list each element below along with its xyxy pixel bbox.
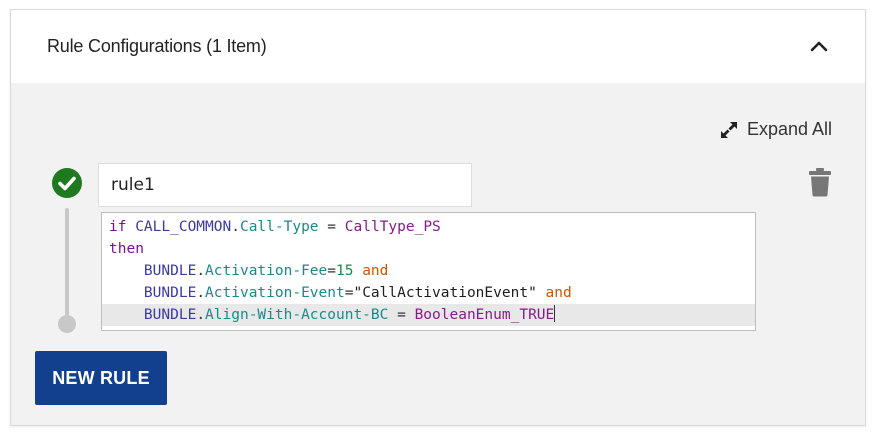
- code-token: Activation-Fee: [205, 263, 328, 279]
- code-token: =: [327, 263, 336, 279]
- rule-code-editor[interactable]: if CALL_COMMON.Call-Type = CallType_PS th…: [101, 212, 756, 331]
- trash-icon[interactable]: [808, 167, 832, 197]
- code-token: and: [545, 285, 572, 301]
- check-circle-icon: [52, 168, 82, 198]
- chevron-up-icon[interactable]: [807, 34, 831, 58]
- expand-all-button[interactable]: Expand All: [719, 119, 832, 140]
- code-token: BUNDLE: [143, 263, 197, 279]
- code-token: .: [196, 307, 206, 323]
- code-token: BUNDLE: [143, 285, 197, 301]
- code-line[interactable]: BUNDLE.Activation-Fee=15 and: [102, 260, 755, 282]
- code-token: BUNDLE: [143, 307, 197, 323]
- code-token: if: [109, 219, 127, 235]
- expand-arrows-icon: [719, 120, 739, 140]
- rule-configurations-panel: Rule Configurations (1 Item) Expand All: [10, 9, 866, 426]
- code-token: 15: [336, 263, 354, 279]
- code-line[interactable]: BUNDLE.Activation-Event="CallActivationE…: [102, 282, 755, 304]
- new-rule-button[interactable]: NEW RULE: [35, 351, 167, 405]
- timeline-connector: [65, 208, 69, 318]
- timeline-end-dot: [58, 315, 76, 333]
- code-token: .: [231, 219, 240, 235]
- rule-name-input[interactable]: [98, 163, 472, 207]
- code-token: "CallActivationEvent": [353, 285, 537, 301]
- panel-header[interactable]: Rule Configurations (1 Item): [11, 10, 865, 83]
- code-line[interactable]: BUNDLE.Align-With-Account-BC = BooleanEn…: [102, 304, 755, 326]
- code-token: BooleanEnum_TRUE: [414, 307, 555, 323]
- code-token: .: [196, 263, 206, 279]
- panel-title: Rule Configurations (1 Item): [47, 36, 267, 56]
- code-token: .: [196, 285, 206, 301]
- code-token: =: [318, 219, 345, 235]
- code-token: Call-Type: [239, 219, 319, 235]
- code-token: then: [109, 241, 144, 257]
- code-line[interactable]: if CALL_COMMON.Call-Type = CallType_PS: [102, 216, 755, 238]
- code-token: CallType_PS: [344, 219, 441, 235]
- text-cursor: [554, 305, 556, 322]
- expand-all-label: Expand All: [746, 119, 832, 139]
- code-line[interactable]: then: [102, 238, 755, 260]
- code-token: CALL_COMMON: [135, 219, 232, 235]
- code-token: =: [388, 307, 415, 323]
- code-token: Align-With-Account-BC: [205, 307, 389, 323]
- code-token: and: [362, 263, 389, 279]
- code-token: Activation-Event: [205, 285, 345, 301]
